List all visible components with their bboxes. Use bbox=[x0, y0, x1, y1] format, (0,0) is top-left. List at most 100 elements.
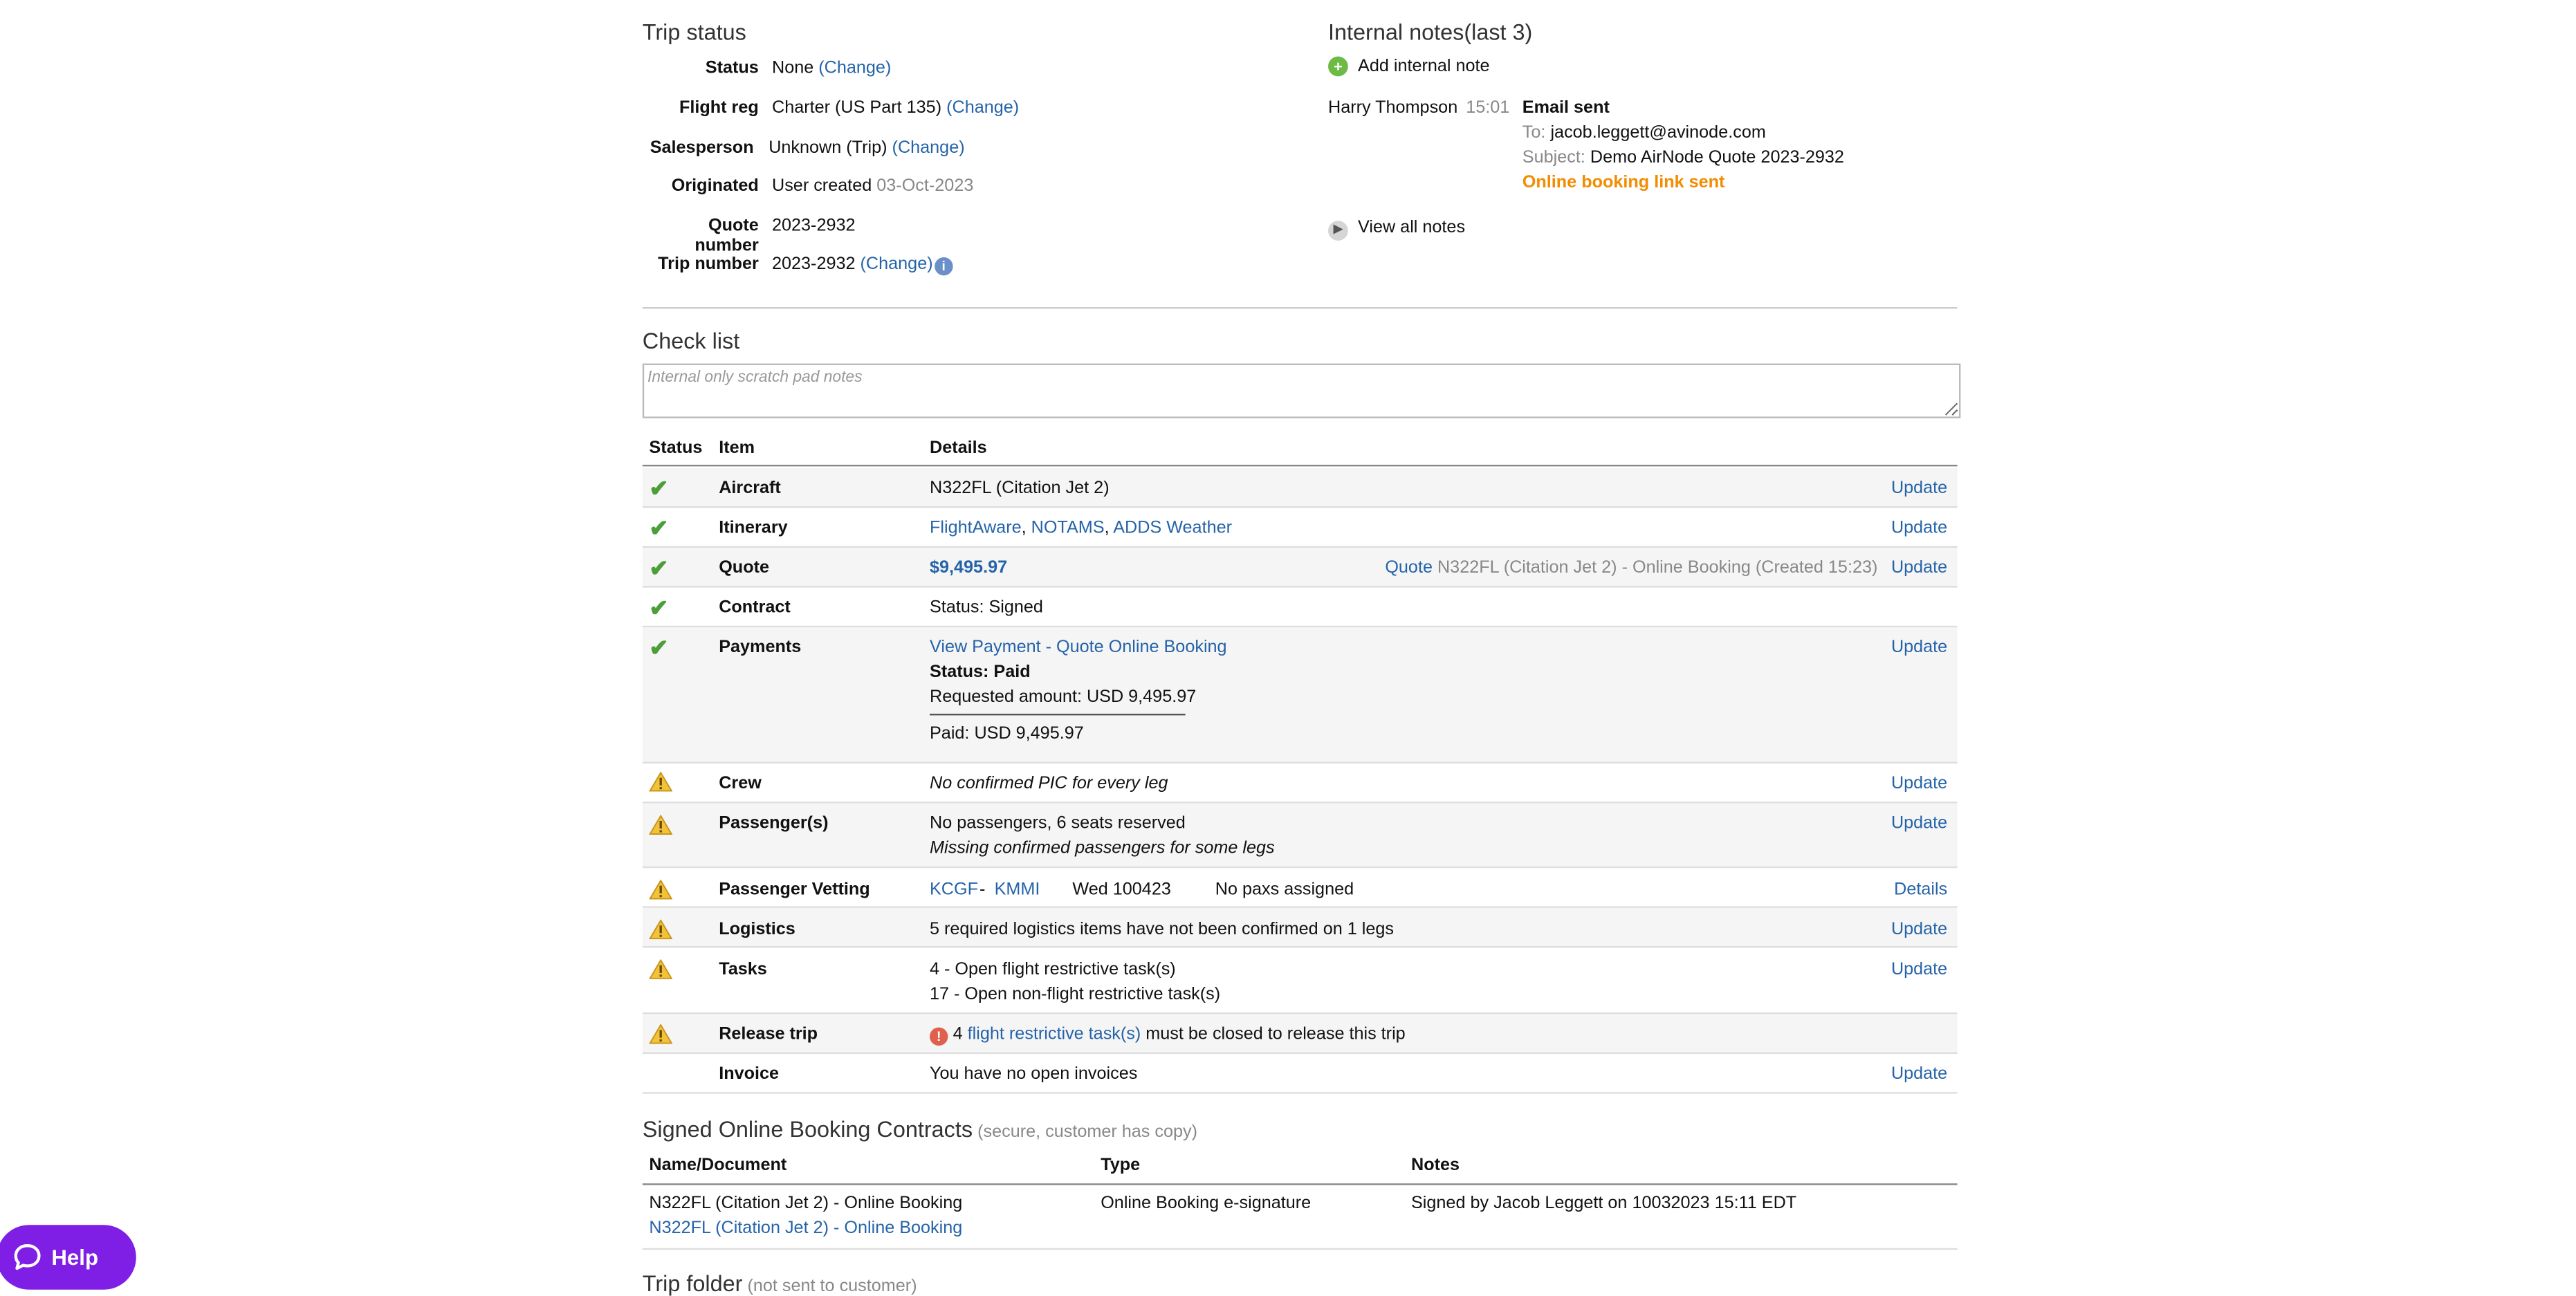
contracts-header-type: Type bbox=[1101, 1155, 1141, 1176]
status-change-link[interactable]: (Change) bbox=[818, 58, 891, 78]
row-item: Invoice bbox=[719, 1064, 780, 1084]
trip-folder-heading: Trip folder (not sent to customer) bbox=[643, 1271, 917, 1296]
checklist-row-passengers: Passenger(s) No passengers, 6 seats rese… bbox=[642, 803, 1958, 869]
adds-weather-link[interactable]: ADDS Weather bbox=[1113, 518, 1232, 538]
quote-number-label: Quote number bbox=[694, 216, 759, 256]
vetting-paxs: No paxs assigned bbox=[1215, 880, 1354, 900]
flight-reg-value: Charter (US Part 135) (Change) bbox=[772, 98, 1019, 118]
row-details: You have no open invoices bbox=[930, 1064, 1138, 1084]
quote-info-text: N322FL (Citation Jet 2) - Online Booking… bbox=[1437, 557, 1878, 578]
salesperson-change-link[interactable]: (Change) bbox=[892, 138, 965, 158]
invoice-update-link[interactable]: Update bbox=[1891, 1064, 1947, 1084]
salesperson-value: Unknown (Trip) (Change) bbox=[769, 138, 964, 158]
contract-notes: Signed by Jacob Leggett on 10032023 15:1… bbox=[1411, 1193, 1797, 1214]
row-item: Crew bbox=[719, 773, 762, 794]
check-icon: ✔ bbox=[649, 474, 669, 501]
release-count: 4 bbox=[953, 1024, 963, 1044]
check-icon: ✔ bbox=[649, 554, 669, 582]
check-icon: ✔ bbox=[649, 633, 669, 661]
note-subject-label: Subject: bbox=[1522, 147, 1585, 168]
itinerary-update-link[interactable]: Update bbox=[1891, 518, 1947, 538]
note-time: 15:01 bbox=[1466, 98, 1510, 118]
flight-restrictive-tasks-link[interactable]: flight restrictive task(s) bbox=[968, 1024, 1141, 1044]
vetting-from-link[interactable]: KCGF bbox=[930, 880, 978, 900]
checklist-row-invoice: Invoice You have no open invoices Update bbox=[642, 1054, 1958, 1094]
payment-divider bbox=[930, 714, 1186, 716]
salesperson-text: Unknown (Trip) bbox=[769, 138, 887, 158]
note-highlight: Online booking link sent bbox=[1522, 172, 1725, 193]
vetting-dash: - bbox=[979, 880, 986, 900]
row-details: No confirmed PIC for every leg bbox=[930, 773, 1168, 794]
flightaware-link[interactable]: FlightAware bbox=[930, 518, 1022, 538]
note-type: Email sent bbox=[1522, 98, 1610, 118]
contracts-header-notes: Notes bbox=[1411, 1155, 1460, 1176]
salesperson-label: Salesperson bbox=[650, 138, 754, 158]
flight-reg-change-link[interactable]: (Change) bbox=[946, 98, 1019, 118]
tasks-update-link[interactable]: Update bbox=[1891, 959, 1947, 979]
warning-icon bbox=[649, 880, 673, 900]
crew-update-link[interactable]: Update bbox=[1891, 773, 1947, 793]
trip-number-text: 2023-2932 bbox=[772, 254, 856, 275]
view-all-notes-label: View all notes bbox=[1358, 217, 1466, 238]
vetting-to-link[interactable]: KMMI bbox=[995, 880, 1040, 900]
note-author: Harry Thompson bbox=[1328, 98, 1458, 118]
payments-update-link[interactable]: Update bbox=[1891, 638, 1947, 658]
trip-number-label: Trip number bbox=[658, 254, 759, 275]
checklist-row-tasks: Tasks 4 - Open flight restrictive task(s… bbox=[642, 947, 1958, 1015]
checklist-row-release: Release trip ! 4 flight restrictive task(… bbox=[642, 1014, 1958, 1054]
originated-label: Originated bbox=[671, 176, 759, 196]
contracts-row: N322FL (Citation Jet 2) - Online Booking… bbox=[642, 1185, 1958, 1250]
row-details-2: 17 - Open non-flight restrictive task(s) bbox=[930, 984, 1221, 1004]
view-all-notes-link[interactable]: ▶ View all notes bbox=[1328, 217, 1465, 241]
row-item: Passenger Vetting bbox=[719, 880, 870, 900]
quote-link[interactable]: Quote bbox=[1385, 557, 1433, 577]
row-details: 5 required logistics items have not been… bbox=[930, 919, 1394, 940]
check-icon: ✔ bbox=[649, 515, 669, 541]
play-circle-icon: ▶ bbox=[1328, 221, 1348, 241]
trip-status-title: Trip status bbox=[642, 19, 746, 45]
checklist-row-logistics: Logistics 5 required logistics items hav… bbox=[642, 907, 1958, 948]
info-icon[interactable]: i bbox=[935, 257, 953, 276]
checklist-row-aircraft: ✔ Aircraft N322FL (Citation Jet 2) Updat… bbox=[642, 468, 1958, 508]
flight-reg-label: Flight reg bbox=[679, 98, 759, 118]
contracts-subtitle: (secure, customer has copy) bbox=[977, 1122, 1198, 1142]
alert-icon: ! bbox=[930, 1027, 948, 1046]
originated-date: 03-Oct-2023 bbox=[876, 176, 974, 196]
divider bbox=[642, 307, 1958, 309]
internal-notes-title: Internal notes(last 3) bbox=[1328, 19, 1533, 45]
header-item: Item bbox=[719, 438, 755, 459]
chat-bubble-icon bbox=[14, 1244, 41, 1270]
trip-number-change-link[interactable]: (Change) bbox=[861, 254, 933, 274]
checklist-title: Check list bbox=[642, 328, 740, 354]
logistics-update-link[interactable]: Update bbox=[1891, 920, 1947, 940]
warning-icon bbox=[649, 815, 673, 835]
quote-update-link[interactable]: Update bbox=[1891, 557, 1947, 577]
add-circle-icon: + bbox=[1328, 56, 1348, 77]
vetting-details-link[interactable]: Details bbox=[1894, 880, 1947, 900]
row-details: No passengers, 6 seats reserved bbox=[930, 813, 1186, 833]
row-item: Payments bbox=[719, 637, 802, 658]
checklist-row-quote: ✔ Quote $9,495.97 Quote N322FL (Citation… bbox=[642, 548, 1958, 588]
view-payment-link[interactable]: View Payment - Quote Online Booking bbox=[930, 638, 1227, 658]
warning-icon bbox=[649, 959, 673, 979]
help-button[interactable]: Help bbox=[0, 1225, 136, 1290]
add-internal-note-label: Add internal note bbox=[1358, 56, 1490, 77]
aircraft-update-link[interactable]: Update bbox=[1891, 478, 1947, 498]
scratch-pad-textarea[interactable] bbox=[642, 363, 1961, 418]
payment-paid: Paid: USD 9,495.97 bbox=[930, 723, 1084, 744]
row-item: Itinerary bbox=[719, 517, 788, 538]
row-details-2: Missing confirmed passengers for some le… bbox=[930, 838, 1275, 858]
contract-document-link[interactable]: N322FL (Citation Jet 2) - Online Booking bbox=[649, 1219, 962, 1239]
quote-amount-link[interactable]: $9,495.97 bbox=[930, 557, 1007, 577]
status-text: None bbox=[772, 58, 814, 78]
originated-value: User created 03-Oct-2023 bbox=[772, 176, 973, 196]
trip-folder-title: Trip folder bbox=[642, 1271, 743, 1296]
notams-link[interactable]: NOTAMS bbox=[1031, 518, 1105, 538]
status-value: None (Change) bbox=[772, 58, 891, 78]
status-label: Status bbox=[705, 58, 759, 78]
warning-icon bbox=[649, 919, 673, 940]
row-item: Quote bbox=[719, 557, 770, 578]
contract-name: N322FL (Citation Jet 2) - Online Booking bbox=[649, 1193, 963, 1214]
add-internal-note-link[interactable]: + Add internal note bbox=[1328, 56, 1490, 77]
passengers-update-link[interactable]: Update bbox=[1891, 813, 1947, 833]
